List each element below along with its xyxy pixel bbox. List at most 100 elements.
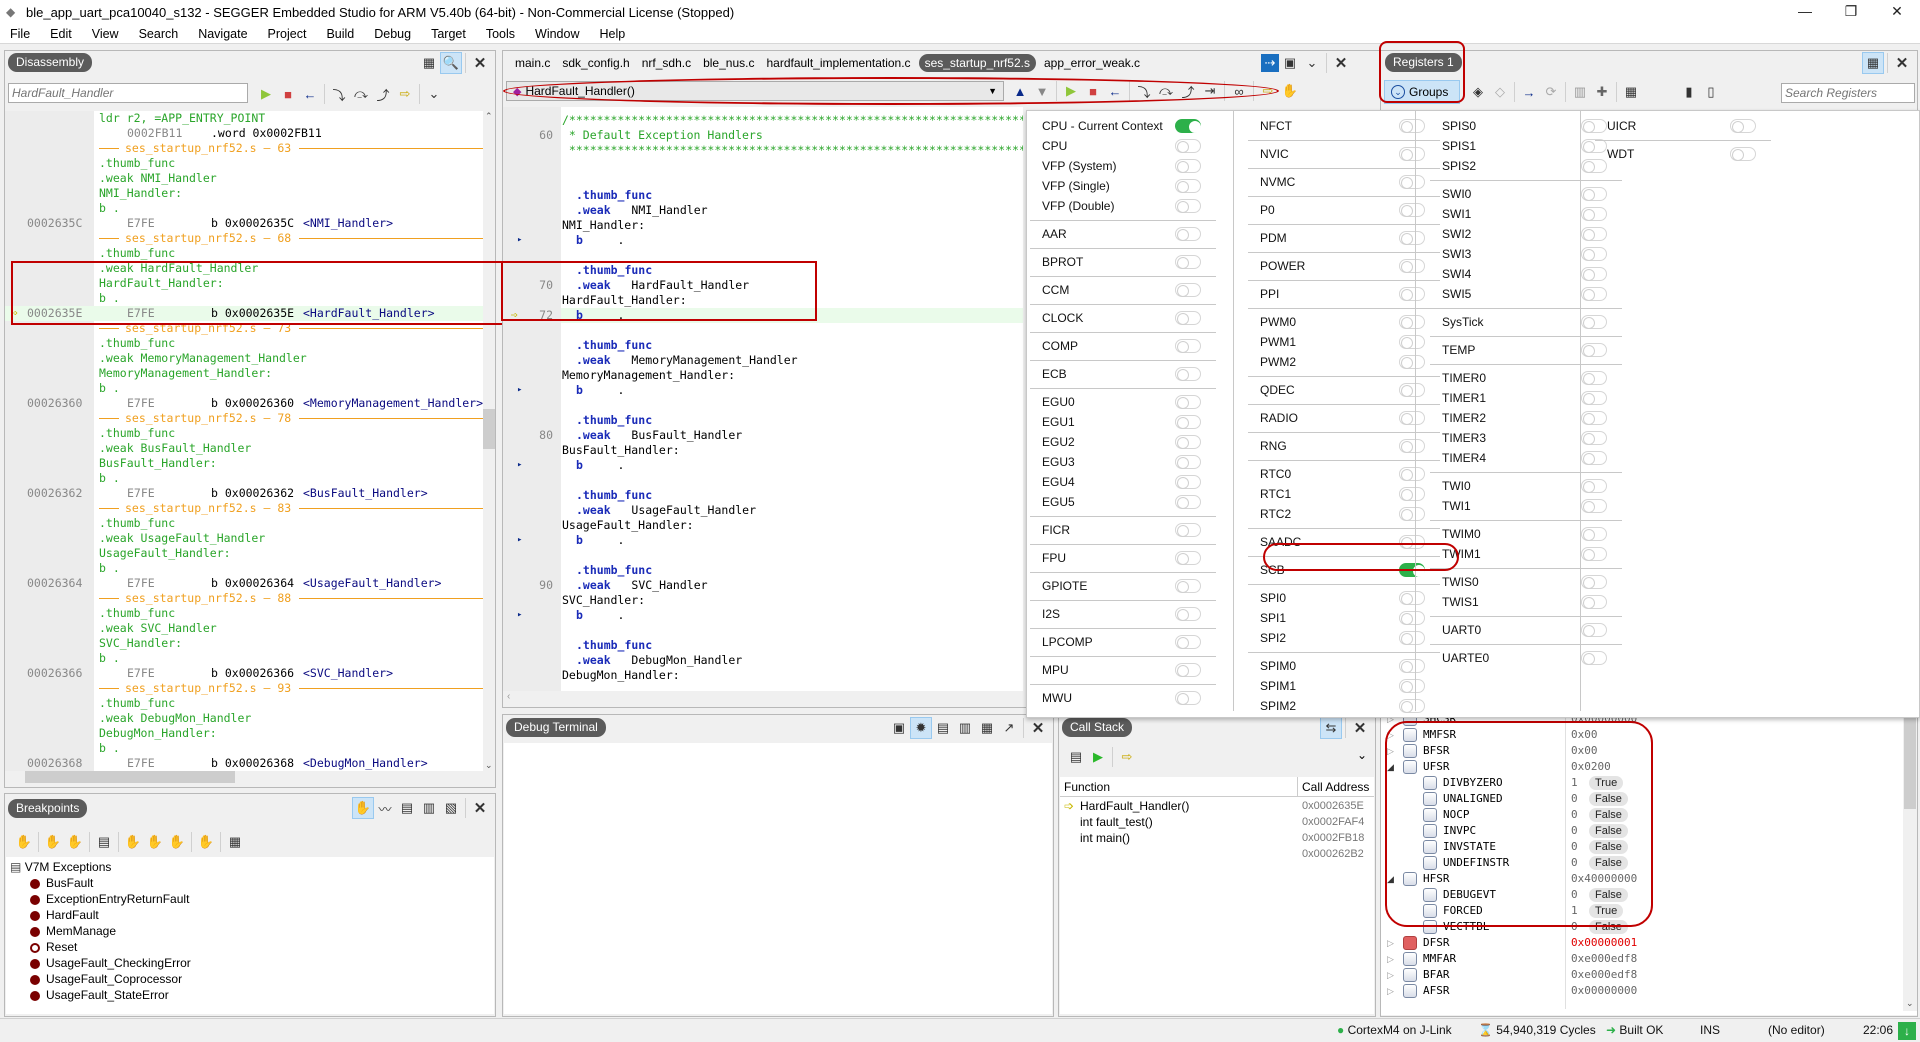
group-toggle[interactable]	[1175, 415, 1201, 429]
register-group-item[interactable]: GPIOTE	[1027, 577, 1217, 597]
disassembly-line[interactable]: BusFault_Handler:	[5, 456, 483, 471]
disassembly-line[interactable]: DebugMon_Handler:	[5, 726, 483, 741]
data-sampling-icon[interactable]: ↗	[998, 717, 1020, 739]
breakpoint-marker-icon[interactable]: ▸	[517, 608, 522, 623]
register-value[interactable]: 0x00	[1571, 743, 1598, 759]
copy-icon[interactable]: ▮	[1678, 81, 1700, 103]
register-group-item[interactable]: AAR	[1027, 225, 1217, 245]
menu-debug[interactable]: Debug	[364, 24, 421, 44]
run-icon[interactable]: ▶	[1087, 746, 1109, 768]
build-status[interactable]: ➜ Built OK	[1606, 1019, 1663, 1042]
delete-all-breakpoints-icon[interactable]: ✋	[122, 831, 144, 853]
window-icon[interactable]: ▣	[1279, 52, 1301, 74]
refresh-icon[interactable]: ⟳	[1540, 81, 1562, 103]
quick-watch-icon[interactable]: ∞	[1228, 80, 1250, 102]
breakpoint-group[interactable]: ▤ V7M Exceptions	[10, 859, 111, 875]
step-into-icon[interactable]: ⤵	[1133, 80, 1155, 102]
group-toggle[interactable]	[1175, 311, 1201, 325]
disassembly-line[interactable]: .thumb_func	[5, 426, 483, 441]
breakpoint-item[interactable]: HardFault	[30, 907, 99, 923]
code-line[interactable]: .thumb_func	[503, 563, 1023, 578]
breakpoint-enabled-icon[interactable]	[30, 894, 40, 905]
group-toggle[interactable]	[1399, 231, 1425, 245]
disassembly-listing[interactable]: ldr r2, =APP_ENTRY_POINT 0002FB11 .word 0x…	[5, 111, 483, 771]
locals-window-icon[interactable]: ▤	[396, 797, 418, 819]
breakpoint-marker-icon[interactable]: ▸	[517, 233, 522, 248]
menu-build[interactable]: Build	[316, 24, 364, 44]
set-next-statement-icon[interactable]: ⇨	[1257, 80, 1279, 102]
code-line[interactable]	[503, 473, 1023, 488]
group-toggle[interactable]	[1399, 535, 1425, 549]
breakpoint-item[interactable]: UsageFault_StateError	[30, 987, 169, 1003]
register-group-item[interactable]: ECB	[1027, 365, 1217, 385]
run-to-cursor-icon[interactable]: ⇥	[1199, 80, 1221, 102]
symbol[interactable]: <MemoryManagement_Handler>	[303, 396, 483, 411]
disassembly-line[interactable]: 0002FB11 .word 0x0002FB11	[5, 126, 483, 141]
disable-all-breakpoints-icon[interactable]: ✋	[144, 831, 166, 853]
code-line[interactable]: .thumb_func	[503, 638, 1023, 653]
step-into-icon[interactable]: ⤵	[328, 83, 350, 105]
register-value[interactable]: 1	[1571, 903, 1578, 919]
disassembly-line[interactable]: .weak BusFault_Handler	[5, 441, 483, 456]
call-stack-row[interactable]: int main() 0x0002FB18	[1060, 830, 1374, 846]
register-row[interactable]: INVSTATE 0 False	[1381, 839, 1901, 855]
code-line[interactable]	[503, 398, 1023, 413]
next-function-icon[interactable]: ▼	[1031, 80, 1053, 102]
register-row[interactable]: ▷ BFSR 0x00	[1381, 743, 1901, 759]
menu-file[interactable]: File	[0, 24, 40, 44]
menu-target[interactable]: Target	[421, 24, 476, 44]
register-group-item[interactable]: PDM	[1245, 229, 1441, 249]
register-group-item[interactable]: WDT	[1592, 145, 1772, 165]
code-line[interactable]	[503, 548, 1023, 563]
register-value[interactable]: 0x00000001	[1571, 935, 1637, 951]
register-vscrollbar[interactable]: ⌄	[1903, 709, 1917, 1011]
register-group-item[interactable]: SPI2	[1245, 629, 1441, 649]
group-toggle[interactable]	[1175, 551, 1201, 565]
tab-list-icon[interactable]: ⌄	[1301, 52, 1323, 74]
disassembly-line[interactable]: b .	[5, 651, 483, 666]
group-toggle[interactable]	[1175, 435, 1201, 449]
register-value[interactable]: 0xe000edf8	[1571, 967, 1637, 983]
disassembly-line[interactable]: .thumb_func	[5, 246, 483, 261]
register-group-item[interactable]: EGU0	[1027, 393, 1217, 413]
code-editor[interactable]: /***************************************…	[503, 107, 1023, 691]
expand-right-icon[interactable]: ▷	[1387, 967, 1397, 983]
register-group-item[interactable]: SPI1	[1245, 609, 1441, 629]
globals-window-icon[interactable]: ▥	[418, 797, 440, 819]
register-group-item[interactable]: SPIM0	[1245, 657, 1441, 677]
register-group-item[interactable]: SPI0	[1245, 589, 1441, 609]
close-disassembly-button[interactable]: ✕	[469, 52, 491, 74]
go-icon[interactable]: ▶	[1060, 80, 1082, 102]
disassembly-line[interactable]: SVC_Handler:	[5, 636, 483, 651]
group-toggle[interactable]	[1175, 283, 1201, 297]
register-group-item[interactable]: MWU	[1027, 689, 1217, 709]
toggle-breakpoint-icon[interactable]: ✋	[42, 831, 64, 853]
register-group-item[interactable]: SCB	[1245, 561, 1441, 581]
breakpoints-window-icon[interactable]: ✋	[352, 797, 374, 819]
register-group-item[interactable]: I2S	[1027, 605, 1217, 625]
code-line[interactable]: .thumb_func	[503, 263, 1023, 278]
group-toggle[interactable]	[1175, 579, 1201, 593]
navigate-icon[interactable]: ⇢	[1261, 54, 1279, 72]
register-group-item[interactable]: QDEC	[1245, 381, 1441, 401]
code-line[interactable]: 80 .weak BusFault_Handler	[503, 428, 1023, 443]
registers-window-icon[interactable]: ▦	[1862, 52, 1884, 74]
group-toggle[interactable]	[1399, 631, 1425, 645]
register-row[interactable]: ◢ HFSR 0x40000000	[1381, 871, 1901, 887]
expand-down-icon[interactable]: ◢	[1387, 871, 1397, 887]
breakpoint-enabled-icon[interactable]	[30, 910, 40, 921]
code-line[interactable]: /***************************************…	[503, 113, 1023, 128]
group-toggle[interactable]	[1175, 367, 1201, 381]
expand-right-icon[interactable]: ▷	[1387, 727, 1397, 743]
register-group-item[interactable]: SAADC	[1245, 533, 1441, 553]
register-value[interactable]: 0	[1571, 839, 1578, 855]
properties-icon[interactable]: ▦	[1620, 81, 1642, 103]
code-line[interactable]: .thumb_func	[503, 338, 1023, 353]
tab-ses-startup-nrf52-s[interactable]: ses_startup_nrf52.s	[918, 54, 1036, 72]
register-group-item[interactable]: COMP	[1027, 337, 1217, 357]
disassembly-line[interactable]: UsageFault_Handler:	[5, 546, 483, 561]
group-toggle[interactable]	[1399, 699, 1425, 713]
code-line[interactable]	[503, 158, 1023, 173]
watch-window-icon[interactable]: 〰	[374, 797, 396, 819]
code-line[interactable]: .weak MemoryManagement_Handler	[503, 353, 1023, 368]
